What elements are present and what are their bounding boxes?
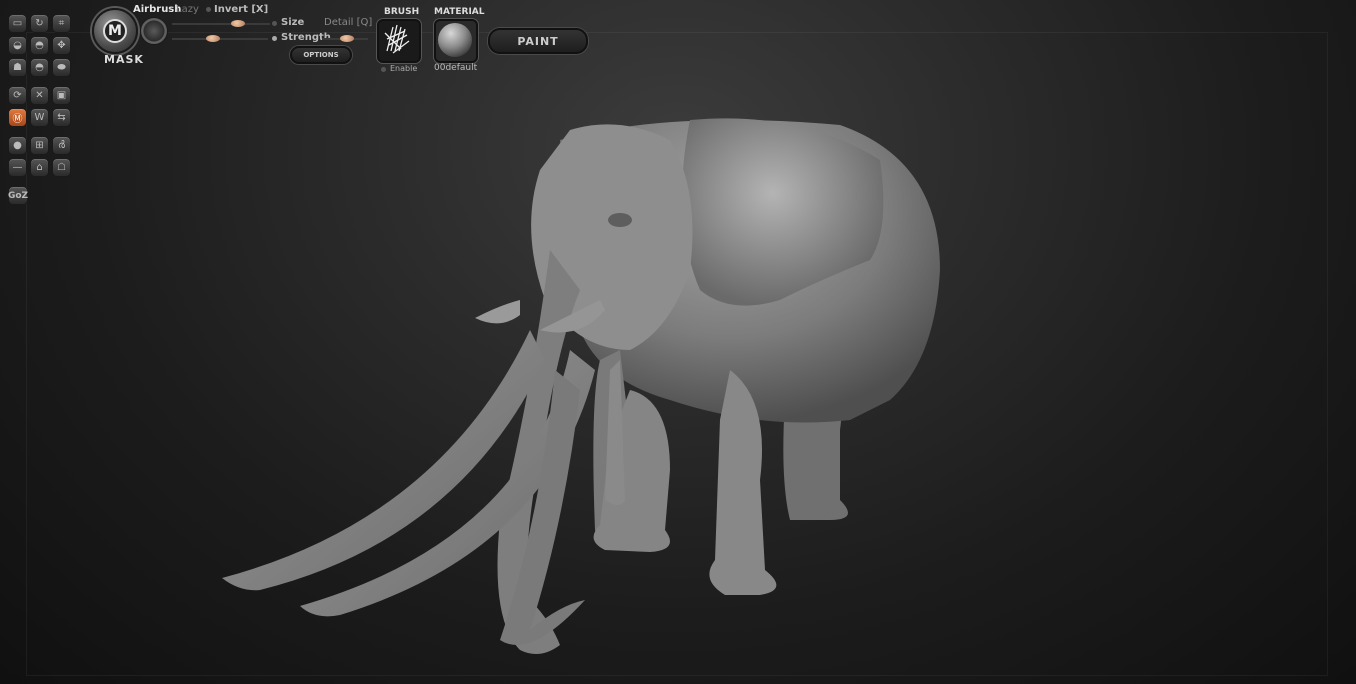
material-label: MATERIAL (434, 7, 485, 17)
sphere-icon[interactable]: ● (8, 136, 27, 155)
brush-label: BRUSH (384, 7, 420, 17)
move-icon[interactable]: ✥ (52, 36, 71, 55)
rotate-icon[interactable]: ↻ (30, 14, 49, 33)
brush-alpha-icon (384, 24, 410, 54)
size-label: Size (281, 17, 305, 28)
box-icon[interactable]: ▭ (8, 14, 27, 33)
mask-button[interactable]: M (92, 8, 138, 54)
stroke-icon[interactable] (140, 17, 168, 45)
figure-icon[interactable]: ☗ (8, 58, 27, 77)
size-slider-knob[interactable] (231, 20, 245, 27)
building-icon[interactable]: ⌂ (30, 158, 49, 177)
strength-slider-track[interactable] (172, 38, 268, 40)
view-top-icon[interactable]: ◒ (8, 36, 27, 55)
goz-button[interactable]: GoZ (8, 186, 28, 205)
mound-icon[interactable]: ◓ (30, 58, 49, 77)
wave-icon[interactable]: W (30, 108, 49, 127)
options-label: OPTIONS (303, 51, 339, 59)
invert-toggle[interactable]: Invert [X] (214, 4, 268, 15)
strength-slider-knob[interactable] (206, 35, 220, 42)
crop-icon[interactable]: ⌗ (52, 14, 71, 33)
material-name: 00default (434, 63, 478, 73)
enable-toggle[interactable]: Enable (390, 64, 417, 73)
goz-label: GoZ (7, 190, 29, 201)
line-icon[interactable]: — (8, 158, 27, 177)
elephant-model[interactable] (200, 100, 960, 670)
size-slider-track[interactable] (172, 23, 270, 25)
detail-label[interactable]: Detail [Q] (324, 17, 372, 28)
grid-icon[interactable]: ⊞ (30, 136, 49, 155)
eye-icon (608, 213, 632, 227)
frame-icon[interactable]: ▣ (52, 86, 71, 105)
paint-button[interactable]: PAINT (488, 28, 588, 54)
blob-icon[interactable]: ⬬ (52, 58, 71, 77)
view-side-icon[interactable]: ◓ (30, 36, 49, 55)
paint-label: PAINT (517, 34, 559, 48)
mask-tool-icon[interactable]: Ⓜ (8, 108, 27, 127)
material-sphere-icon (438, 23, 472, 57)
stroke-type-label[interactable]: Airbrush (133, 4, 181, 15)
robot-icon[interactable]: ☖ (52, 158, 71, 177)
lazy-toggle[interactable]: Lazy (176, 4, 199, 15)
mask-icon: M (103, 19, 127, 43)
swap-icon[interactable]: ⇆ (52, 108, 71, 127)
brush-thumbnail[interactable] (377, 19, 421, 63)
bike-icon[interactable]: ർ (52, 136, 71, 155)
strength-dot[interactable] (272, 36, 277, 41)
mask-label: MASK (104, 53, 144, 66)
invert-dot[interactable] (206, 7, 211, 12)
enable-dot[interactable] (381, 67, 386, 72)
material-thumbnail[interactable] (434, 19, 478, 63)
close-icon[interactable]: ✕ (30, 86, 49, 105)
sync-icon[interactable]: ⟳ (8, 86, 27, 105)
detail-slider-knob[interactable] (340, 35, 354, 42)
size-dot[interactable] (272, 21, 277, 26)
options-button[interactable]: OPTIONS (290, 46, 352, 64)
